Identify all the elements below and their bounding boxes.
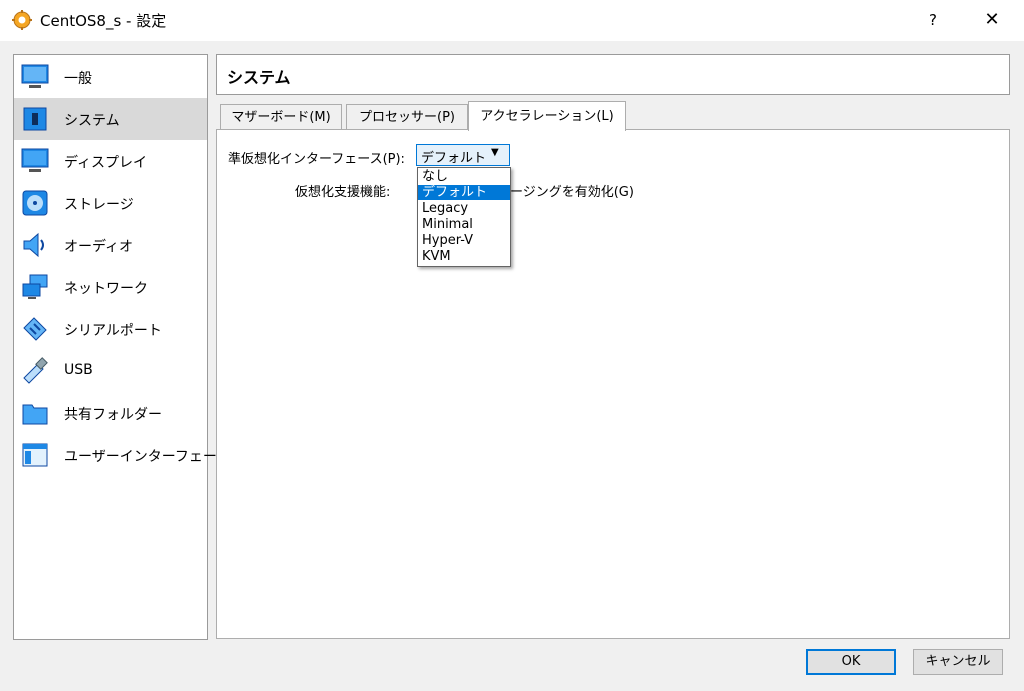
dropdown-option-legacy[interactable]: Legacy bbox=[418, 201, 510, 216]
sidebar-item-label: 一般 bbox=[64, 71, 92, 87]
sidebar-item-usb[interactable]: USB bbox=[14, 350, 207, 392]
sidebar-item-label: システム bbox=[64, 113, 120, 129]
dropdown-option-minimal[interactable]: Minimal bbox=[418, 217, 510, 232]
chip-icon bbox=[23, 107, 47, 131]
sidebar-item-shared-folders[interactable]: 共有フォルダー bbox=[14, 392, 207, 434]
folder-icon bbox=[22, 404, 48, 425]
sidebar-item-user-interface[interactable]: ユーザーインターフェース bbox=[14, 434, 230, 476]
tab-label: アクセラレーション(L) bbox=[480, 109, 614, 124]
sidebar-item-label: シリアルポート bbox=[64, 323, 162, 339]
dropdown-option-default[interactable]: デフォルト bbox=[418, 185, 510, 200]
sidebar-item-label: ストレージ bbox=[64, 197, 134, 213]
sidebar-item-label: ネットワーク bbox=[64, 281, 148, 297]
tab-label: マザーボード(M) bbox=[231, 110, 331, 125]
tab-motherboard[interactable]: マザーボード(M) bbox=[220, 104, 342, 130]
paravirt-dropdown-list: なし デフォルト Legacy Minimal Hyper-V KVM bbox=[417, 167, 511, 267]
tab-acceleration[interactable]: アクセラレーション(L) bbox=[468, 101, 626, 131]
sidebar-item-label: ユーザーインターフェース bbox=[64, 449, 231, 465]
sidebar-item-system[interactable]: システム bbox=[14, 98, 207, 140]
display-icon bbox=[21, 148, 49, 172]
speaker-icon bbox=[23, 232, 44, 258]
dropdown-option-hyper-v[interactable]: Hyper-V bbox=[418, 233, 510, 248]
title-bar: CentOS8_s - 設定 ? ✕ bbox=[0, 0, 1024, 41]
network-icon bbox=[22, 274, 48, 299]
settings-sidebar: 一般 システム ディスプレイ ストレージ オーディオ ネットワーク シリアルポー… bbox=[13, 54, 230, 640]
dropdown-option-none[interactable]: なし bbox=[418, 169, 510, 184]
sidebar-item-display[interactable]: ディスプレイ bbox=[14, 140, 207, 182]
sidebar-item-label: 共有フォルダー bbox=[64, 407, 162, 423]
virtualbox-gear-icon bbox=[12, 10, 32, 30]
section-header: システム bbox=[216, 54, 1010, 95]
select-value: デフォルト bbox=[421, 151, 487, 166]
window-title: CentOS8_s - 設定 bbox=[40, 12, 167, 30]
window-icon bbox=[22, 443, 48, 467]
paravirt-interface-label: 準仮想化インターフェース(P): bbox=[228, 152, 405, 167]
sidebar-item-audio[interactable]: オーディオ bbox=[14, 224, 207, 266]
page-title: システム bbox=[227, 68, 291, 87]
paravirt-interface-select[interactable]: デフォルト ▼ bbox=[416, 144, 510, 166]
hw-virtualization-label: 仮想化支援機能: bbox=[295, 185, 391, 200]
serial-port-icon bbox=[23, 317, 47, 341]
monitor-icon bbox=[21, 64, 49, 88]
dropdown-option-kvm[interactable]: KVM bbox=[418, 249, 510, 264]
close-button[interactable]: ✕ bbox=[975, 6, 1009, 34]
tab-label: プロセッサー(P) bbox=[359, 110, 455, 125]
sidebar-item-label: ディスプレイ bbox=[64, 155, 148, 171]
dropdown-arrow-icon: ▼ bbox=[491, 147, 499, 158]
sidebar-item-label: オーディオ bbox=[64, 239, 134, 255]
disk-icon bbox=[22, 190, 48, 216]
ok-button[interactable]: OK bbox=[806, 649, 896, 675]
tab-processor[interactable]: プロセッサー(P) bbox=[346, 104, 468, 130]
cancel-button[interactable]: キャンセル bbox=[913, 649, 1003, 675]
sidebar-item-network[interactable]: ネットワーク bbox=[14, 266, 207, 308]
tab-panel-acceleration bbox=[216, 129, 1010, 639]
sidebar-item-storage[interactable]: ストレージ bbox=[14, 182, 207, 224]
usb-icon bbox=[23, 357, 48, 384]
sidebar-item-label: USB bbox=[64, 362, 93, 378]
sidebar-item-serial-port[interactable]: シリアルポート bbox=[14, 308, 207, 350]
help-button[interactable]: ? bbox=[918, 6, 948, 34]
nested-paging-checkbox-label[interactable]: ージングを有効化(G) bbox=[510, 181, 634, 200]
sidebar-item-general[interactable]: 一般 bbox=[14, 56, 207, 98]
